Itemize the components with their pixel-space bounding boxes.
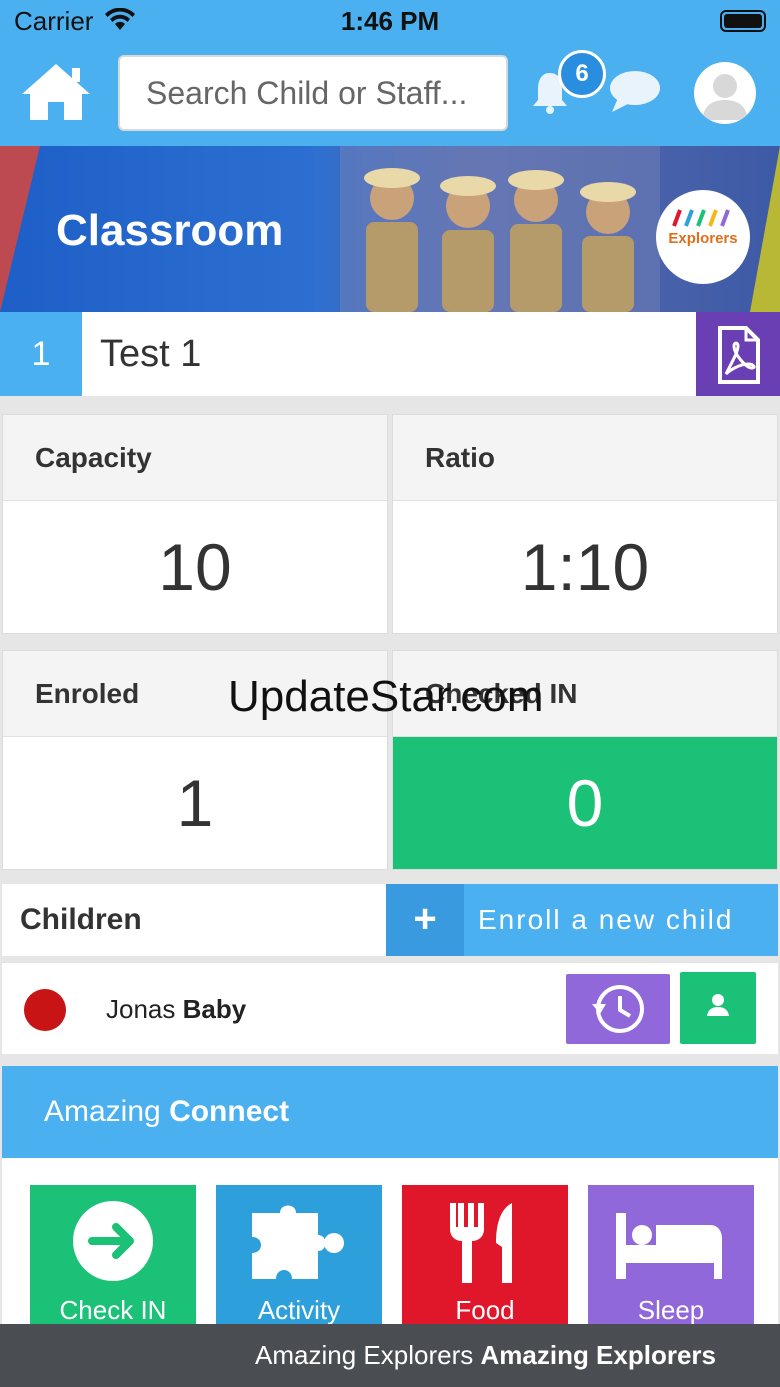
footer-bar: Amazing Explorers Amazing Explorers [0,1324,780,1387]
child-list-item[interactable]: Jonas Baby [2,962,778,1054]
history-clock-icon [592,985,644,1033]
arrow-right-icon [73,1201,153,1281]
connect-title: Connect [169,1095,290,1128]
enroled-label: Enroled [3,651,387,737]
kids-photo [340,146,660,312]
checked-in-card[interactable]: Checked IN 0 [392,650,778,870]
child-status-dot [24,989,66,1031]
footer-brand: Amazing Explorers [480,1340,716,1370]
activity-tile[interactable]: Activity [216,1185,382,1345]
checked-in-value: 0 [393,737,777,869]
app-header: 6 [0,44,780,146]
enroled-card: Enroled 1 [2,650,388,870]
home-icon[interactable] [20,62,92,127]
fork-knife-icon [450,1203,512,1283]
banner-title: Classroom [56,206,284,255]
classroom-name: Test 1 [100,333,202,375]
activity-label: Activity [257,1295,341,1325]
child-name: Jonas Baby [106,963,246,1055]
banner-accent-right [750,146,780,312]
child-profile-button[interactable] [680,972,756,1044]
amazing-explorers-logo: Explorers [656,190,750,284]
checked-in-label: Checked IN [393,651,777,737]
chat-icon[interactable] [608,68,662,119]
children-header: Children + Enroll a new child [2,884,778,956]
check-in-tile[interactable]: Check IN [30,1185,196,1345]
puzzle-icon [252,1205,344,1279]
connect-header: Amazing Connect [2,1066,778,1158]
notification-badge[interactable]: 6 [558,50,606,98]
ratio-label: Ratio [393,415,777,501]
clock: 1:46 PM [340,6,440,36]
classroom-number: 1 [0,312,82,396]
food-label: Food [455,1295,515,1325]
classroom-row: 1 Test 1 [0,312,780,396]
check-in-label: Check IN [59,1295,167,1325]
bed-icon [616,1213,722,1279]
child-first-name: Jonas [106,994,176,1024]
status-bar: Carrier 1:46 PM [0,0,780,44]
ratio-card: Ratio 1:10 [392,414,778,634]
food-tile[interactable]: Food [402,1185,568,1345]
capacity-card: Capacity 10 [2,414,388,634]
footer-org-name: Amazing Explorers [255,1340,474,1370]
logo-figures-icon [672,209,730,227]
capacity-value: 10 [158,530,232,604]
enroll-child-label: Enroll a new child [478,904,734,935]
sleep-label: Sleep [637,1295,705,1325]
pdf-report-button[interactable] [696,312,780,396]
logo-text: Explorers [668,230,738,247]
battery-icon [720,10,766,32]
connect-prefix: Amazing [44,1095,161,1128]
plus-icon: + [386,884,464,956]
capacity-label: Capacity [3,415,387,501]
avatar[interactable] [694,62,756,124]
child-last-name: Baby [182,994,247,1024]
banner-accent-left [0,146,40,312]
classroom-banner: Classroom Explorers [0,146,780,312]
enroled-value: 1 [176,766,214,840]
ratio-value: 1:10 [520,530,650,604]
search-input[interactable] [118,55,508,131]
enroll-child-button[interactable]: + Enroll a new child [386,884,778,956]
person-icon [707,994,729,1016]
sleep-tile[interactable]: Sleep [588,1185,754,1345]
screen: Carrier 1:46 PM 6 Classro [0,0,780,1387]
child-history-button[interactable] [566,974,670,1044]
pdf-icon [718,326,760,384]
children-title: Children [20,903,142,936]
